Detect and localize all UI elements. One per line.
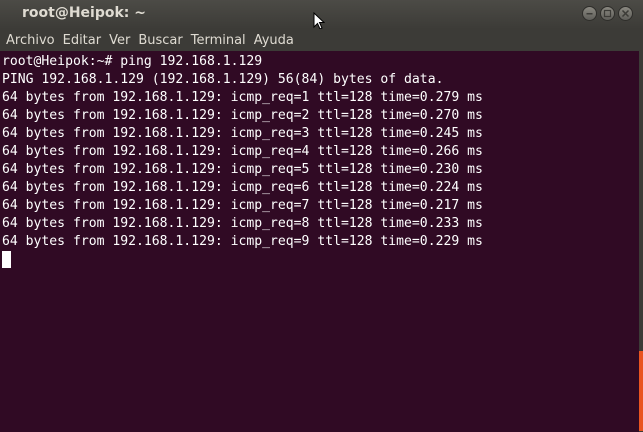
title-bar[interactable]: root@Heipok: ~ [0, 0, 643, 30]
menu-archivo[interactable]: Archivo [6, 33, 55, 48]
scrollbar[interactable] [639, 51, 643, 432]
terminal-line: 64 bytes from 192.168.1.129: icmp_req=7 … [2, 198, 483, 213]
menu-editar[interactable]: Editar [63, 33, 102, 48]
terminal-line: root@Heipok:~# ping 192.168.1.129 [2, 54, 263, 69]
menu-ver[interactable]: Ver [109, 33, 130, 48]
terminal-line: PING 192.168.1.129 (192.168.1.129) 56(84… [2, 72, 444, 87]
terminal-line: 64 bytes from 192.168.1.129: icmp_req=1 … [2, 90, 483, 105]
terminal-line: 64 bytes from 192.168.1.129: icmp_req=5 … [2, 162, 483, 177]
terminal-line: 64 bytes from 192.168.1.129: icmp_req=6 … [2, 180, 483, 195]
scrollbar-thumb[interactable] [639, 351, 643, 431]
maximize-icon [603, 9, 612, 18]
minimize-button[interactable] [582, 6, 597, 21]
menu-terminal[interactable]: Terminal [191, 33, 246, 48]
maximize-button[interactable] [600, 6, 615, 21]
terminal-line: 64 bytes from 192.168.1.129: icmp_req=2 … [2, 108, 483, 123]
menu-bar: Archivo Editar Ver Buscar Terminal Ayuda [0, 29, 643, 51]
window-controls [582, 6, 633, 21]
terminal-output[interactable]: root@Heipok:~# ping 192.168.1.129 PING 1… [0, 51, 639, 432]
terminal-window: root@Heipok: ~ Archivo Editar Ver Buscar… [0, 0, 643, 432]
terminal-line: 64 bytes from 192.168.1.129: icmp_req=9 … [2, 234, 483, 249]
terminal-line: 64 bytes from 192.168.1.129: icmp_req=4 … [2, 144, 483, 159]
close-icon [621, 9, 630, 18]
close-button[interactable] [618, 6, 633, 21]
text-cursor [2, 251, 11, 268]
menu-ayuda[interactable]: Ayuda [254, 33, 294, 48]
terminal-line: 64 bytes from 192.168.1.129: icmp_req=3 … [2, 126, 483, 141]
window-title: root@Heipok: ~ [22, 5, 146, 21]
menu-buscar[interactable]: Buscar [138, 33, 182, 48]
terminal-line: 64 bytes from 192.168.1.129: icmp_req=8 … [2, 216, 483, 231]
minimize-icon [586, 13, 593, 15]
